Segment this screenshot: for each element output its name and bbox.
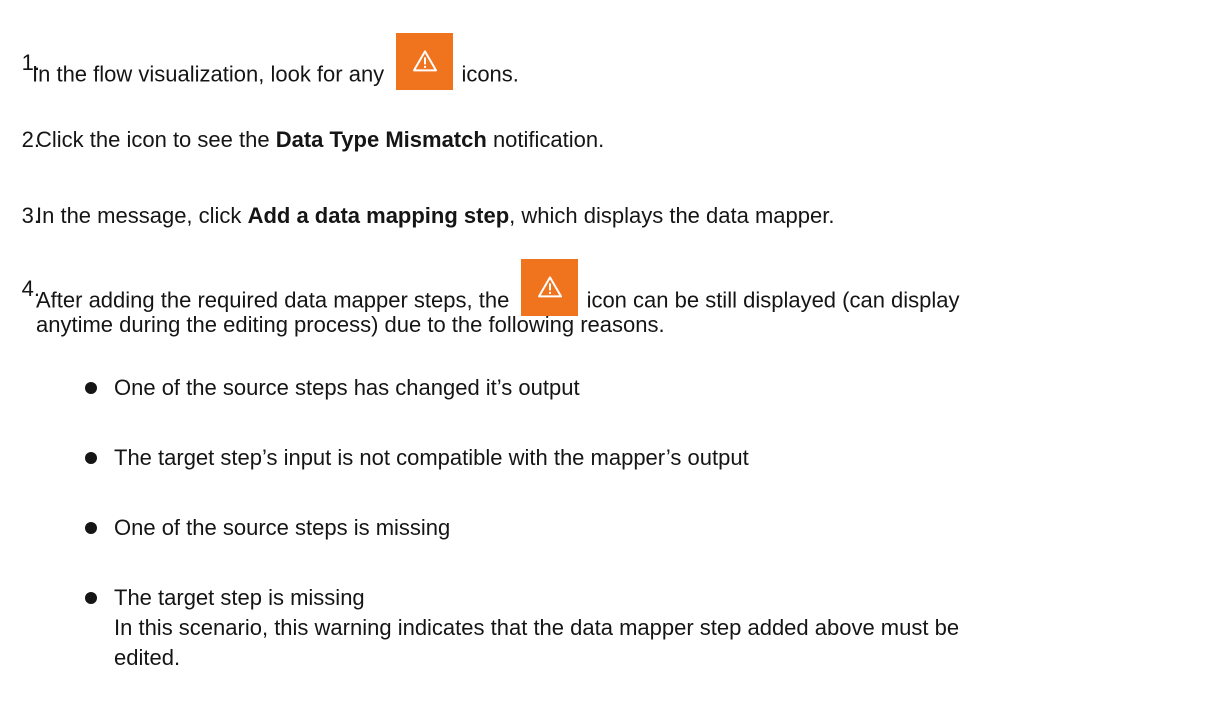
reason-note-line: edited. (114, 645, 181, 670)
step-text: In the message, click Add a data mapping… (36, 200, 834, 232)
reason-text: One of the source steps has changed it’s… (114, 375, 580, 400)
step-4-continuation: anytime during the editing process) due … (36, 312, 665, 337)
step-text-after: , which displays the data mapper. (509, 203, 835, 228)
step-number: 4. (21, 276, 40, 301)
step-text-strong: Add a data mapping step (247, 203, 510, 228)
step-text-before: After adding the required data mapper st… (36, 287, 510, 313)
bullet-icon (85, 592, 97, 604)
warning-icon (396, 33, 454, 90)
step-text-before: In the flow visualization, look for any (32, 61, 385, 87)
reason-text: The target step’s input is not compatibl… (114, 445, 749, 470)
step-text: Click the icon to see the Data Type Mism… (36, 124, 604, 156)
bullet-icon (85, 382, 97, 394)
step-text-after: notification. (492, 127, 605, 152)
step-text-before: Click the icon to see the (36, 127, 270, 152)
step-text-strong: Data Type Mismatch (275, 127, 487, 152)
step-number: 2. (21, 127, 40, 152)
reason-note-line: In this scenario, this warning indicates… (114, 615, 960, 640)
bullet-icon (85, 452, 97, 464)
reason-text: One of the source steps is missing (114, 515, 451, 540)
warning-icon (521, 259, 579, 316)
step-text-after: icons. (461, 61, 519, 87)
step-number: 3. (21, 203, 40, 228)
step-text: In the flow visualization, look for any … (32, 33, 519, 104)
bullet-icon (85, 522, 97, 534)
reason-text: The target step is missing (114, 585, 365, 610)
step-text-after: icon can be still displayed (can display (586, 287, 960, 313)
step-text-before: In the message, click (36, 203, 242, 228)
